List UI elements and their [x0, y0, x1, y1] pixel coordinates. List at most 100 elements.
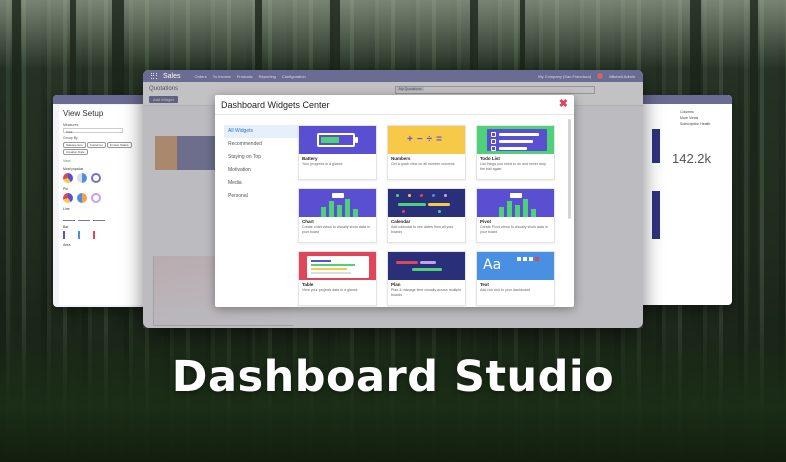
line-chart-icon[interactable]: [63, 213, 75, 221]
donut-chart-icon[interactable]: [91, 173, 101, 183]
widget-name: Plan: [391, 282, 401, 287]
widget-desc: Get a quick view on all number columns: [391, 162, 455, 166]
modal-body: All Widgets Recommended Staying on Top M…: [215, 115, 574, 307]
kpi-card: [652, 191, 660, 239]
category-motivation[interactable]: Motivation: [224, 164, 299, 177]
pivot-thumbnail: [477, 189, 554, 217]
chart-label-icon: [332, 193, 344, 198]
app-menu: Orders To Invoice Products Reporting Con…: [195, 74, 306, 79]
widget-card-chart[interactable]: Chart Create chart views to visually sho…: [298, 188, 377, 243]
category-staying-on-top[interactable]: Staying on Top: [224, 151, 299, 164]
widget-card-battery[interactable]: Battery Your progress in a glance: [298, 125, 377, 180]
area-label: Area: [63, 243, 71, 247]
widget-card-numbers[interactable]: +−÷= Numbers Get a quick view on all num…: [387, 125, 466, 180]
category-all-widgets[interactable]: All Widgets: [224, 125, 299, 138]
widget-card-table[interactable]: Table View your projects data in a glanc…: [298, 251, 377, 306]
group-tag[interactable]: Salesperson: [63, 142, 86, 148]
close-icon[interactable]: ✖: [559, 99, 568, 110]
category-list: All Widgets Recommended Staying on Top M…: [224, 125, 299, 203]
widgets-center-modal: Dashboard Widgets Center ✖ All Widgets R…: [215, 95, 574, 307]
kpi-card: [652, 129, 660, 163]
chart-thumbnail: [299, 189, 376, 217]
menu-item[interactable]: Configuration: [282, 74, 306, 79]
popular-chart-icons: [63, 173, 139, 183]
category-recommended[interactable]: Recommended: [224, 138, 299, 151]
app-name[interactable]: Sales: [163, 73, 181, 80]
app-topbar: Sales Orders To Invoice Products Reporti…: [143, 70, 643, 82]
widget-desc: Plan & manage time visually across multi…: [391, 288, 462, 297]
group-by-tags: Salesperson Customer Invoice Status Crea…: [63, 142, 139, 155]
widget-name: Todo List: [480, 156, 500, 161]
text-thumbnail: Aa: [477, 252, 554, 280]
bar-chart-icon[interactable]: [78, 231, 90, 239]
hero-title: Dashboard Studio: [171, 352, 615, 402]
pie-chart-icon[interactable]: [77, 193, 87, 203]
user-name[interactable]: Mitchell Admin: [609, 74, 635, 79]
widget-name: Text: [480, 282, 489, 287]
measures-label: Measures: [63, 123, 79, 127]
widget-card-text[interactable]: Aa Text Add rich text to your dashboard: [476, 251, 555, 306]
modal-scrollbar[interactable]: [568, 119, 571, 219]
widget-card-plan[interactable]: Plan Plan & manage time visually across …: [387, 251, 466, 306]
menu-item[interactable]: Orders: [195, 74, 207, 79]
menu-item[interactable]: Products: [237, 74, 253, 79]
app-grid-icon[interactable]: [151, 73, 157, 79]
widget-card-calendar[interactable]: Calendar Add calendar to see dates from …: [387, 188, 466, 243]
modal-title: Dashboard Widgets Center: [221, 99, 330, 110]
text-toolbar-icon: [517, 257, 549, 263]
checkbox-icon: [491, 146, 496, 151]
group-tag[interactable]: Invoice Status: [106, 142, 132, 148]
widget-card-todo-list[interactable]: Todo List List things you need to do and…: [476, 125, 555, 180]
battery-thumbnail: [299, 126, 376, 154]
todo-thumbnail: [477, 126, 554, 154]
most-popular-label: Most popular: [63, 167, 84, 171]
kpi-value: 142.2k: [672, 151, 712, 166]
view-setup-panel: View Setup Measures Total Group By Sales…: [59, 105, 144, 305]
widget-desc: List things you need to do and never dro…: [480, 162, 547, 171]
pie-chart-icon[interactable]: [63, 173, 73, 183]
checkbox-icon: [491, 139, 496, 144]
chart-label-icon: [510, 193, 522, 198]
widget-name: Chart: [302, 219, 314, 224]
battery-icon: [317, 133, 355, 147]
math-operators-icon: +−÷=: [406, 134, 446, 145]
avatar[interactable]: [597, 73, 604, 79]
menu-item[interactable]: Reporting: [259, 74, 276, 79]
calendar-thumbnail: [388, 189, 465, 217]
measures-select[interactable]: Total: [63, 128, 123, 134]
numbers-thumbnail: +−÷=: [388, 126, 465, 154]
pie-chart-icon[interactable]: [63, 193, 73, 203]
category-media[interactable]: Media: [224, 177, 299, 190]
bar-chart-icon[interactable]: [63, 231, 75, 239]
widget-desc: Create chart views to visually show data…: [302, 225, 370, 234]
view-label[interactable]: View: [63, 159, 139, 163]
group-by-label: Group By: [63, 136, 78, 140]
widget-desc: Add calendar to see dates from all your …: [391, 225, 454, 234]
plan-thumbnail: [388, 252, 465, 280]
line-chart-icon[interactable]: [93, 213, 105, 221]
widget-desc: Your progress in a glance: [302, 162, 343, 166]
widget-desc: Add rich text to your dashboard: [480, 288, 530, 292]
donut-chart-icon[interactable]: [91, 193, 101, 203]
table-thumbnail: [299, 252, 376, 280]
company-switcher[interactable]: My Company (San Francisco): [538, 74, 591, 79]
group-tag[interactable]: Customer: [86, 142, 106, 148]
pie-chart-icon[interactable]: [77, 173, 87, 183]
topbar-right: My Company (San Francisco) Mitchell Admi…: [538, 73, 635, 79]
line-chart-icons: [63, 213, 139, 221]
widget-name: Calendar: [391, 219, 411, 224]
bar-chart-icon[interactable]: [93, 231, 105, 239]
widget-name: Table: [302, 282, 314, 287]
widget-card-pivot[interactable]: Pivot Create Pivot views to visually sho…: [476, 188, 555, 243]
menu-item[interactable]: Subscription Health: [680, 121, 710, 127]
view-setup-title: View Setup: [63, 109, 104, 118]
text-format-icon: Aa: [483, 257, 502, 273]
category-personal[interactable]: Personal: [224, 190, 299, 203]
widget-name: Numbers: [391, 156, 411, 161]
measure-value: Total: [66, 130, 73, 134]
group-tag[interactable]: Creation Date: [63, 149, 88, 155]
line-label: Line: [63, 207, 70, 211]
widget-name: Battery: [302, 156, 318, 161]
menu-item[interactable]: To Invoice: [213, 74, 231, 79]
line-chart-icon[interactable]: [78, 213, 90, 221]
